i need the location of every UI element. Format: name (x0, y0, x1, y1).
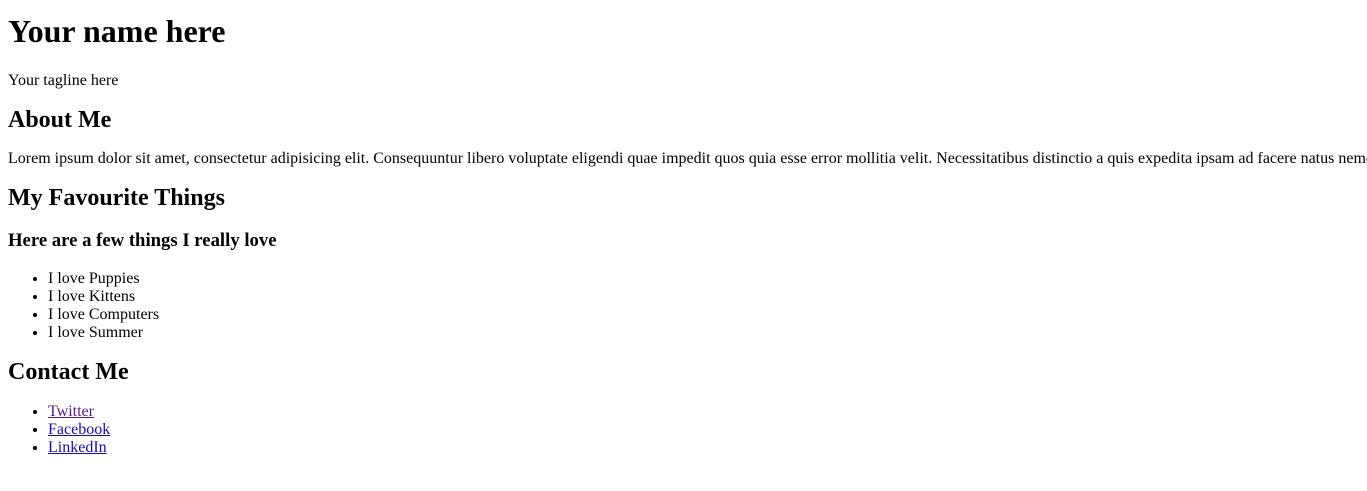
contact-item-linkedin: LinkedIn (48, 439, 1359, 457)
about-heading: About Me (8, 107, 112, 133)
twitter-link[interactable]: Twitter (48, 403, 94, 420)
contact-item-facebook: Facebook (48, 421, 1359, 439)
facebook-link[interactable]: Facebook (48, 421, 110, 438)
favourites-subheading: Here are a few things I really love (8, 230, 277, 251)
contact-list: Twitter Facebook LinkedIn (8, 403, 1359, 457)
list-item-summer: I love Summer (48, 324, 1359, 342)
tagline: Your tagline here (8, 72, 119, 89)
list-item-kittens: I love Kittens (48, 288, 1359, 306)
list-item-computers: I love Computers (48, 306, 1359, 324)
linkedin-link[interactable]: LinkedIn (48, 439, 107, 456)
page-title: Your name here (8, 13, 226, 49)
contact-item-twitter: Twitter (48, 403, 1359, 421)
favourites-list: I love Puppies I love Kittens I love Com… (8, 270, 1359, 342)
favourites-heading: My Favourite Things (8, 185, 225, 211)
about-text: Lorem ipsum dolor sit amet, consectetur … (8, 150, 1367, 167)
list-item-puppies: I love Puppies (48, 270, 1359, 288)
contact-heading: Contact Me (8, 359, 129, 385)
